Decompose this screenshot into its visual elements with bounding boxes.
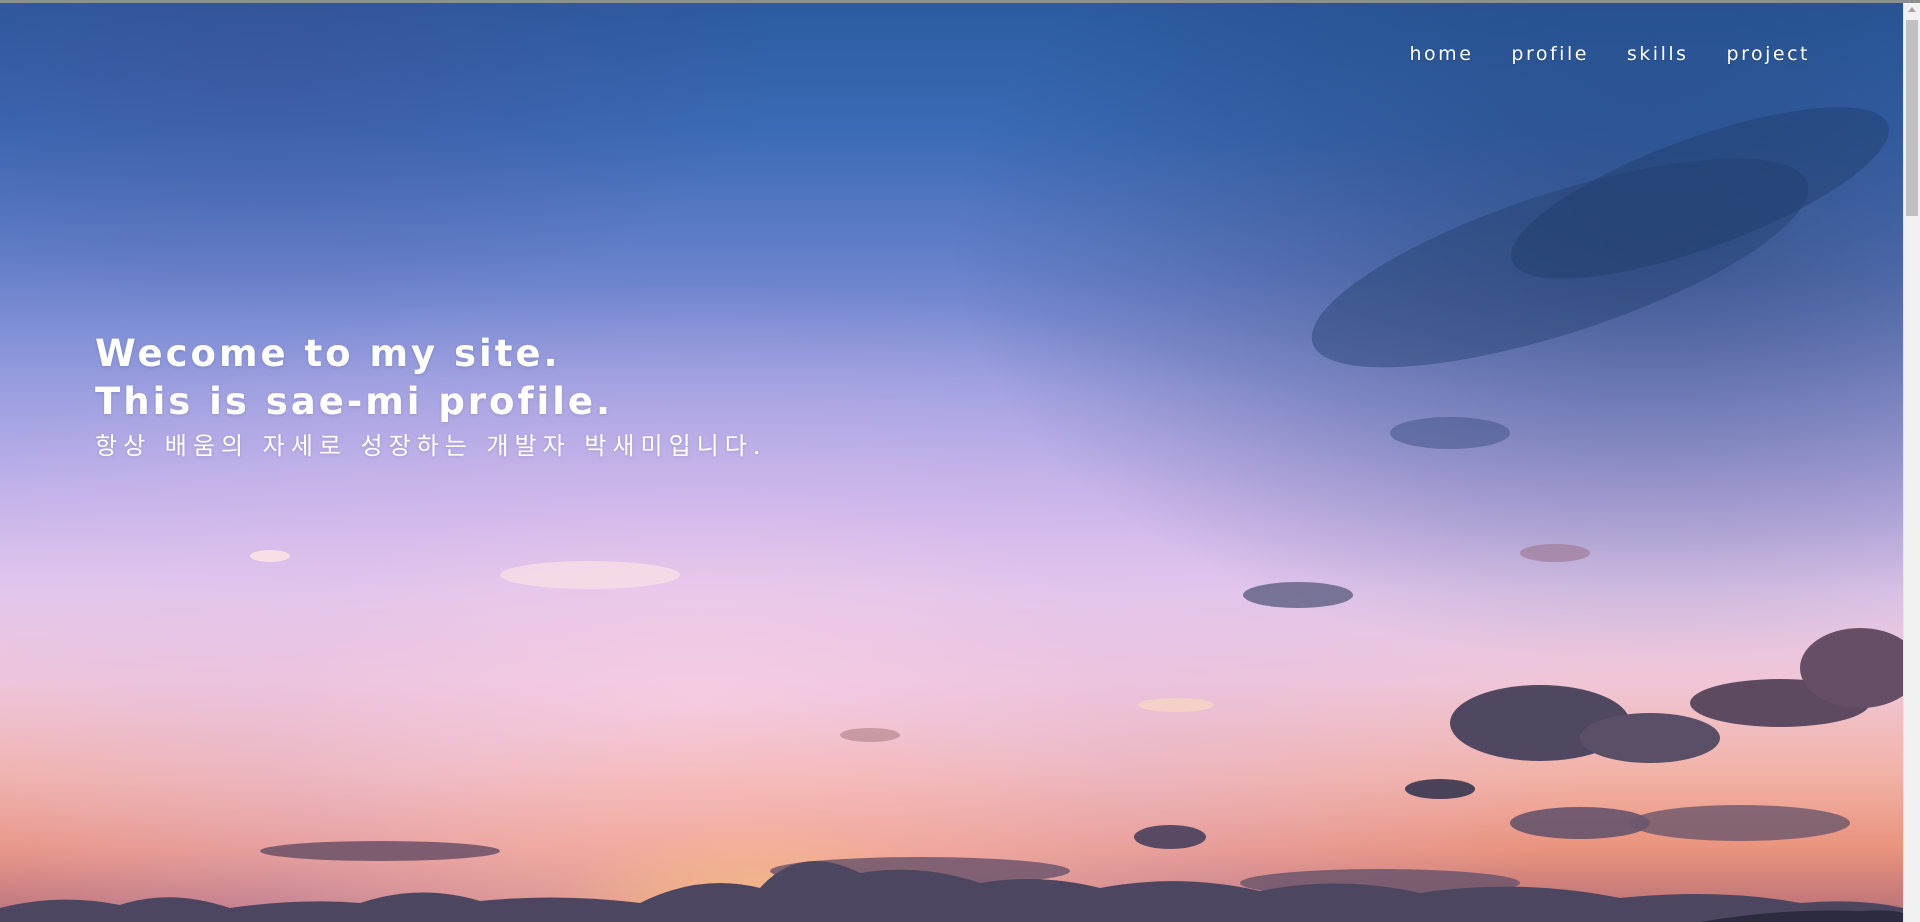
scroll-up-arrow-icon[interactable] (1908, 7, 1916, 12)
nav-link-profile[interactable]: profile (1511, 43, 1589, 65)
main-nav: home profile skills project (1410, 43, 1810, 65)
nav-link-home[interactable]: home (1410, 43, 1474, 65)
page: home profile skills project Wecome to my… (0, 0, 1920, 922)
profile-heading: This is sae-mi profile. (95, 380, 614, 423)
nav-link-project[interactable]: project (1727, 43, 1810, 65)
scrollbar-thumb[interactable] (1906, 20, 1918, 216)
welcome-heading: Wecome to my site. (95, 332, 561, 375)
vertical-scrollbar[interactable] (1903, 3, 1920, 922)
intro-subtitle: 항상 배움의 자세로 성장하는 개발자 박새미입니다. (95, 432, 767, 460)
hero-section: home profile skills project Wecome to my… (0, 3, 1903, 922)
intro-text-block: Wecome to my site. This is sae-mi profil… (95, 330, 766, 464)
nav-link-skills[interactable]: skills (1627, 43, 1689, 65)
